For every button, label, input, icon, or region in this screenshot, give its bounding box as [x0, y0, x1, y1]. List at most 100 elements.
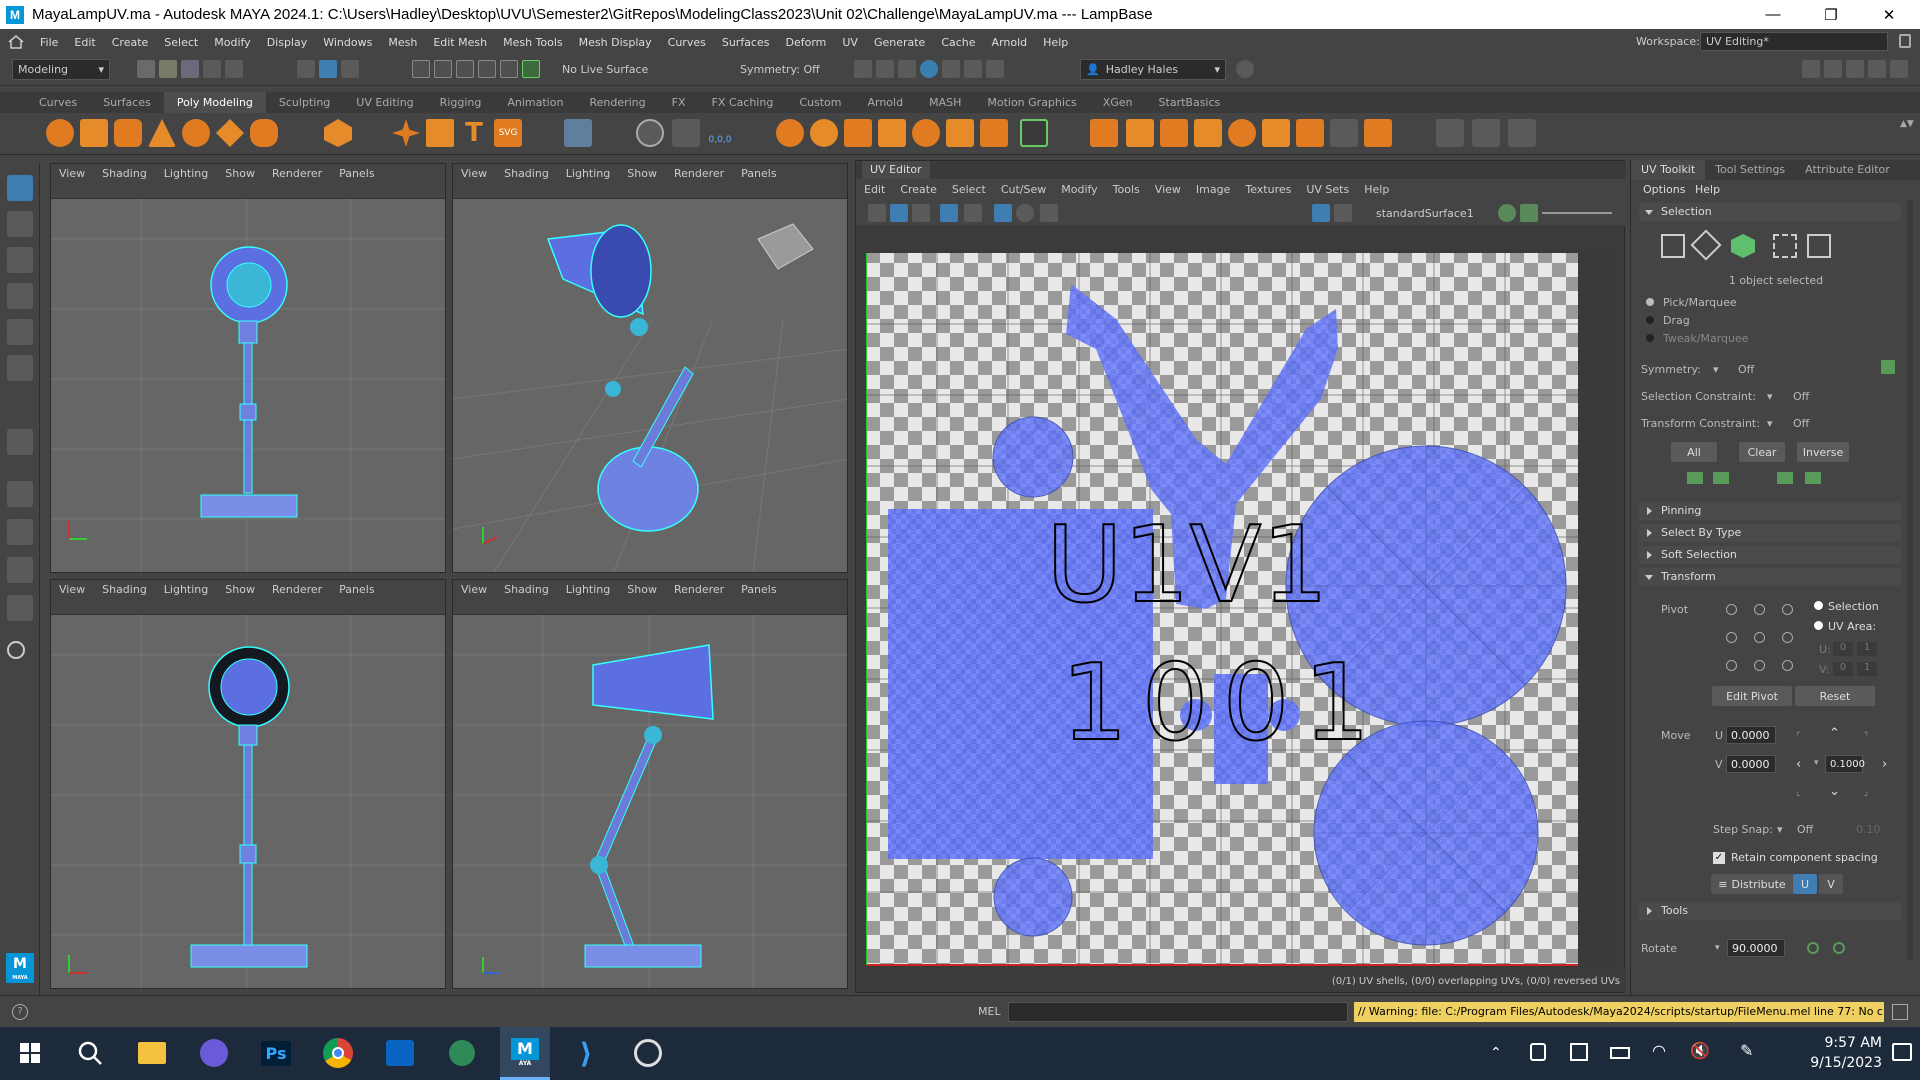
- menu-select[interactable]: Select: [156, 36, 206, 49]
- tab-xgen[interactable]: XGen: [1090, 92, 1146, 113]
- pivot-radio-mc[interactable]: [1754, 632, 1765, 643]
- distance-tool-icon[interactable]: [672, 119, 700, 147]
- menu-help[interactable]: Help: [1035, 36, 1076, 49]
- viewport-canvas[interactable]: [51, 199, 445, 572]
- invert-selection-button[interactable]: Inverse: [1797, 442, 1849, 462]
- meet-now-icon[interactable]: [1530, 1043, 1546, 1061]
- step-snap-amount[interactable]: 0.10: [1856, 823, 1881, 836]
- move-tool-icon[interactable]: [7, 283, 33, 309]
- move-up-right-icon[interactable]: ⌝: [1863, 730, 1868, 743]
- select-by-object-icon[interactable]: [319, 60, 337, 78]
- teams-icon[interactable]: [196, 1035, 232, 1071]
- vp-menu-shading[interactable]: Shading: [94, 167, 156, 180]
- arnold-render-icon[interactable]: [964, 60, 982, 78]
- menu-display[interactable]: Display: [259, 36, 316, 49]
- relax-tool-icon[interactable]: [1508, 119, 1536, 147]
- connect-icon[interactable]: [1194, 119, 1222, 147]
- layout-icon-2[interactable]: [1824, 60, 1842, 78]
- menu-mesh[interactable]: Mesh: [380, 36, 425, 49]
- uv-checker-icon[interactable]: [994, 204, 1012, 222]
- pick-marquee-radio[interactable]: [1646, 298, 1654, 306]
- tab-poly-modeling[interactable]: Poly Modeling: [163, 92, 266, 113]
- uv-menu-uv-sets[interactable]: UV Sets: [1298, 183, 1356, 196]
- bevel-icon[interactable]: [1020, 119, 1048, 147]
- search-icon[interactable]: [7, 641, 25, 659]
- snap-grid-icon[interactable]: [412, 60, 430, 78]
- svg-tool-icon[interactable]: SVG: [494, 119, 522, 147]
- lock-icon[interactable]: [1899, 34, 1911, 48]
- vertex-mode-icon[interactable]: [1661, 234, 1685, 258]
- extrude-icon[interactable]: [912, 119, 940, 147]
- vp-menu-show[interactable]: Show: [619, 167, 666, 180]
- types-icon[interactable]: [564, 119, 592, 147]
- pivot-radio-tl[interactable]: [1726, 604, 1737, 615]
- uv-display-icon[interactable]: [940, 204, 958, 222]
- outliner-icon[interactable]: [7, 595, 33, 621]
- select-tool-icon[interactable]: [7, 175, 33, 201]
- file-explorer-icon[interactable]: [134, 1035, 170, 1071]
- section-selection[interactable]: Selection: [1639, 203, 1901, 221]
- vp-menu-renderer[interactable]: Renderer: [666, 583, 733, 596]
- super-shape-icon[interactable]: [392, 119, 420, 147]
- vp-menu-shading[interactable]: Shading: [496, 583, 558, 596]
- user-account-dropdown[interactable]: 👤 Hadley Hales ▾: [1080, 59, 1226, 80]
- distribute-button[interactable]: ≡ Distribute: [1711, 874, 1793, 894]
- tab-uv-editing[interactable]: UV Editing: [343, 92, 426, 113]
- platonic-solid-icon[interactable]: [324, 119, 352, 147]
- distribute-u-toggle[interactable]: U: [1793, 874, 1817, 894]
- maya-dev-icon[interactable]: [444, 1035, 480, 1071]
- tab-fx[interactable]: FX: [659, 92, 699, 113]
- maya-taskbar-icon[interactable]: M AYA: [500, 1027, 550, 1080]
- uv-grid-icon[interactable]: [868, 204, 886, 222]
- search-icon[interactable]: [72, 1035, 108, 1071]
- learning-icon[interactable]: [1236, 60, 1254, 78]
- menu-file[interactable]: File: [32, 36, 66, 49]
- uv-snapshot-icon[interactable]: [1040, 204, 1058, 222]
- vp-menu-renderer[interactable]: Renderer: [666, 167, 733, 180]
- rotate-tool-icon[interactable]: [7, 319, 33, 345]
- grow-selection-icon[interactable]: [1687, 472, 1703, 484]
- vp-menu-lighting[interactable]: Lighting: [558, 583, 619, 596]
- new-scene-icon[interactable]: [137, 60, 155, 78]
- minimize-button[interactable]: —: [1744, 0, 1802, 29]
- menu-edit-mesh[interactable]: Edit Mesh: [425, 36, 495, 49]
- smooth-tool-icon[interactable]: [1472, 119, 1500, 147]
- home-icon[interactable]: [8, 35, 24, 49]
- reset-pivot-button[interactable]: Reset: [1795, 686, 1875, 706]
- quad-draw-icon[interactable]: [1228, 119, 1256, 147]
- uv-checker-map-icon[interactable]: [1334, 204, 1352, 222]
- rotate-arrow[interactable]: ▾: [1715, 943, 1720, 953]
- viewport-persp[interactable]: View Shading Lighting Show Renderer Pane…: [452, 163, 848, 573]
- uv-menu-modify[interactable]: Modify: [1053, 183, 1104, 196]
- smooth-icon[interactable]: [844, 119, 872, 147]
- vp-menu-shading[interactable]: Shading: [94, 583, 156, 596]
- viewport-canvas[interactable]: [453, 615, 847, 988]
- rotate-cw-icon[interactable]: [1833, 942, 1845, 954]
- menu-arnold[interactable]: Arnold: [984, 36, 1036, 49]
- vp-menu-view[interactable]: View: [51, 167, 94, 180]
- target-weld-icon[interactable]: [1160, 119, 1188, 147]
- tab-tool-settings[interactable]: Tool Settings: [1705, 160, 1795, 180]
- viewport-toolbar[interactable]: [453, 598, 847, 615]
- pivot-radio-tr[interactable]: [1782, 604, 1793, 615]
- vp-menu-show[interactable]: Show: [217, 583, 264, 596]
- live-surface-label[interactable]: No Live Surface: [562, 60, 648, 80]
- move-step-field[interactable]: 0.1000: [1825, 755, 1865, 773]
- menu-windows[interactable]: Windows: [315, 36, 380, 49]
- clock-date[interactable]: 9/15/2023: [1796, 1055, 1882, 1071]
- pause-render-icon[interactable]: [986, 60, 1004, 78]
- section-soft-selection[interactable]: Soft Selection: [1639, 546, 1901, 564]
- shrink-selection-icon[interactable]: [1713, 472, 1729, 484]
- uv-shell-mode-icon[interactable]: [1807, 234, 1831, 258]
- toolkit-help-menu[interactable]: Help: [1695, 183, 1720, 196]
- outlook-icon[interactable]: [382, 1035, 418, 1071]
- transform-constraint-arrow[interactable]: ▾: [1767, 417, 1773, 430]
- pivot-u-field[interactable]: 0: [1833, 642, 1853, 656]
- vp-menu-panels[interactable]: Panels: [733, 167, 785, 180]
- tab-surfaces[interactable]: Surfaces: [90, 92, 164, 113]
- uv-menu-tools[interactable]: Tools: [1105, 183, 1147, 196]
- hypershade-icon[interactable]: [942, 60, 960, 78]
- layout-single-icon[interactable]: [7, 481, 33, 507]
- menu-set-dropdown[interactable]: Modeling ▾: [12, 59, 110, 80]
- vp-menu-view[interactable]: View: [453, 167, 496, 180]
